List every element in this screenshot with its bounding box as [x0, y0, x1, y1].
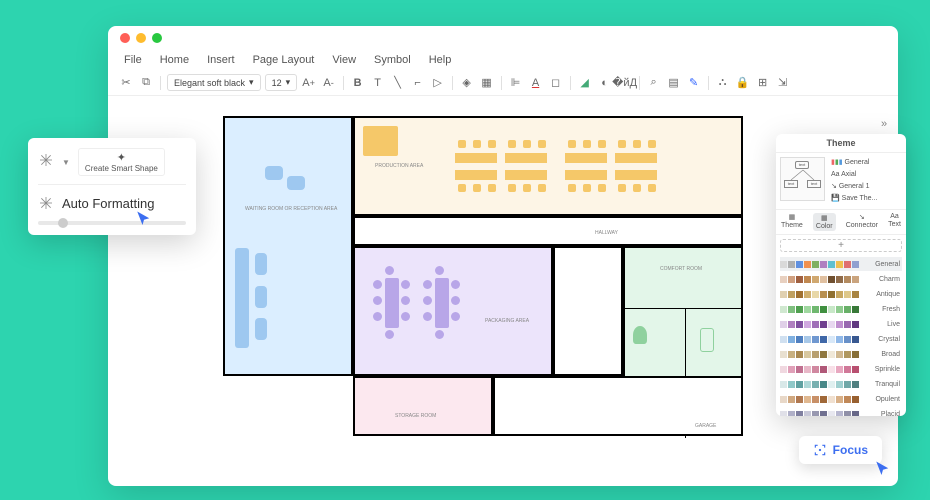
- menu-insert[interactable]: Insert: [207, 54, 235, 66]
- label-waiting: WAITING ROOM OR RECEPTION AREA: [245, 206, 337, 212]
- tab-theme[interactable]: ▦Theme: [781, 213, 803, 231]
- maximize-icon[interactable]: [152, 33, 162, 43]
- focus-label: Focus: [833, 443, 868, 457]
- shape-icon[interactable]: ◻: [548, 75, 564, 91]
- theme-item-save[interactable]: 💾 Save The...: [831, 193, 904, 205]
- cursor-icon: [874, 460, 892, 478]
- room-production[interactable]: PRODUCTION AREA: [353, 116, 743, 216]
- label-garage: GARAGE: [695, 423, 716, 429]
- menu-symbol[interactable]: Symbol: [374, 54, 411, 66]
- room-door-area[interactable]: [553, 246, 623, 376]
- menu-view[interactable]: View: [332, 54, 356, 66]
- theme-title: Theme: [776, 134, 906, 153]
- export-icon[interactable]: ⇲: [775, 75, 791, 91]
- theme-preview[interactable]: text text text: [780, 157, 825, 201]
- line-icon[interactable]: ╲: [390, 75, 406, 91]
- slider-handle[interactable]: [58, 218, 68, 228]
- table-icon[interactable]: ▤: [666, 75, 682, 91]
- room-storage[interactable]: STORAGE ROOM: [353, 376, 493, 436]
- fill-icon[interactable]: ◢: [577, 75, 593, 91]
- theme-list: ▮▮▮ General Aa Axial ↘ General 1 💾 Save …: [829, 153, 906, 209]
- menu-help[interactable]: Help: [429, 54, 452, 66]
- tab-connector[interactable]: ↘Connector: [846, 213, 878, 231]
- font-color-icon[interactable]: A: [528, 75, 544, 91]
- tab-color[interactable]: ▦Color: [813, 213, 836, 231]
- color-row-tranquil[interactable]: Tranquil: [780, 377, 902, 391]
- increase-size-icon[interactable]: A+: [301, 75, 317, 91]
- color-row-live[interactable]: Live: [780, 317, 902, 331]
- add-theme-button[interactable]: +: [780, 239, 902, 252]
- group-icon[interactable]: ▦: [479, 75, 495, 91]
- text-icon[interactable]: T: [370, 75, 386, 91]
- font-selector[interactable]: Elegant soft black▾: [167, 74, 261, 91]
- color-row-opulent[interactable]: Opulent: [780, 392, 902, 406]
- color-palette-list: GeneralCharmAntiqueFreshLiveCrystalBroad…: [776, 256, 906, 416]
- cut-icon[interactable]: ✂: [118, 75, 134, 91]
- menu-file[interactable]: File: [124, 54, 142, 66]
- color-row-general[interactable]: General: [780, 257, 902, 271]
- color-row-broad[interactable]: Broad: [780, 347, 902, 361]
- color-row-charm[interactable]: Charm: [780, 272, 902, 286]
- shadow-icon[interactable]: ◐: [597, 75, 613, 91]
- layers-icon[interactable]: ◈: [459, 75, 475, 91]
- room-packaging[interactable]: PACKAGING AREA: [353, 246, 553, 376]
- label-comfort: COMFORT ROOM: [660, 266, 702, 272]
- copy-icon[interactable]: ⧉: [138, 75, 154, 91]
- font-size: 12: [272, 78, 282, 88]
- connector-icon[interactable]: ⌐: [410, 75, 426, 91]
- color-row-placid[interactable]: Placid: [780, 407, 902, 416]
- color-row-sprinkle[interactable]: Sprinkle: [780, 362, 902, 376]
- tab-text[interactable]: AaText: [888, 213, 901, 231]
- floorplan[interactable]: WAITING ROOM OR RECEPTION AREA PRODUCTIO…: [223, 116, 743, 496]
- color-row-antique[interactable]: Antique: [780, 287, 902, 301]
- close-icon[interactable]: [120, 33, 130, 43]
- menubar: File Home Insert Page Layout View Symbol…: [108, 50, 898, 70]
- titlebar: [108, 26, 898, 50]
- decrease-size-icon[interactable]: A-: [321, 75, 337, 91]
- settings-icon[interactable]: ⛬: [715, 75, 731, 91]
- collapse-icon[interactable]: »: [881, 118, 895, 132]
- cursor-icon: [135, 210, 153, 228]
- bold-icon[interactable]: B: [350, 75, 366, 91]
- color-row-fresh[interactable]: Fresh: [780, 302, 902, 316]
- dropdown-icon[interactable]: ▼: [62, 158, 70, 167]
- theme-tabs: ▦Theme ▦Color ↘Connector AaText: [776, 209, 906, 235]
- auto-formatting-button[interactable]: Auto Formatting: [38, 185, 186, 211]
- minimize-icon[interactable]: [136, 33, 146, 43]
- room-waiting[interactable]: WAITING ROOM OR RECEPTION AREA: [223, 116, 353, 376]
- pointer-icon[interactable]: ▷: [430, 75, 446, 91]
- size-selector[interactable]: 12▾: [265, 74, 297, 91]
- label-production: PRODUCTION AREA: [375, 163, 423, 169]
- smart-shape-label: Create Smart Shape: [85, 164, 158, 173]
- toolbar: ✂ ⧉ Elegant soft black▾ 12▾ A+ A- B T ╲ …: [108, 70, 898, 96]
- create-smart-shape-button[interactable]: ✦ Create Smart Shape: [78, 148, 165, 176]
- search-icon[interactable]: ⌕: [646, 75, 662, 91]
- menu-page-layout[interactable]: Page Layout: [253, 54, 315, 66]
- theme-item-general[interactable]: ▮▮▮ General: [831, 157, 904, 169]
- color-row-crystal[interactable]: Crystal: [780, 332, 902, 346]
- smart-shape-popup: ▼ ✦ Create Smart Shape Auto Formatting: [28, 138, 196, 235]
- label-hallway: HALLWAY: [595, 230, 618, 236]
- align-icon[interactable]: ⊫: [508, 75, 524, 91]
- grid-icon[interactable]: ⊞: [755, 75, 771, 91]
- slider[interactable]: [38, 221, 186, 225]
- label-packaging: PACKAGING AREA: [485, 318, 529, 324]
- label-storage: STORAGE ROOM: [395, 413, 436, 419]
- lock-icon[interactable]: 🔒: [735, 75, 751, 91]
- pen-icon[interactable]: ✎: [686, 75, 702, 91]
- room-hallway[interactable]: HALLWAY: [353, 216, 743, 246]
- theme-item-axial[interactable]: Aa Axial: [831, 169, 904, 181]
- sparkle-icon[interactable]: [38, 152, 54, 173]
- auto-format-label: Auto Formatting: [62, 196, 155, 211]
- font-name: Elegant soft black: [174, 78, 245, 88]
- theme-item-general1[interactable]: ↘ General 1: [831, 181, 904, 193]
- crop-icon[interactable]: �йД: [617, 75, 633, 91]
- menu-home[interactable]: Home: [160, 54, 189, 66]
- focus-button[interactable]: Focus: [799, 436, 882, 464]
- room-garage[interactable]: GARAGE: [493, 376, 743, 436]
- theme-panel: Theme text text text ▮▮▮ General Aa Axia…: [776, 134, 906, 416]
